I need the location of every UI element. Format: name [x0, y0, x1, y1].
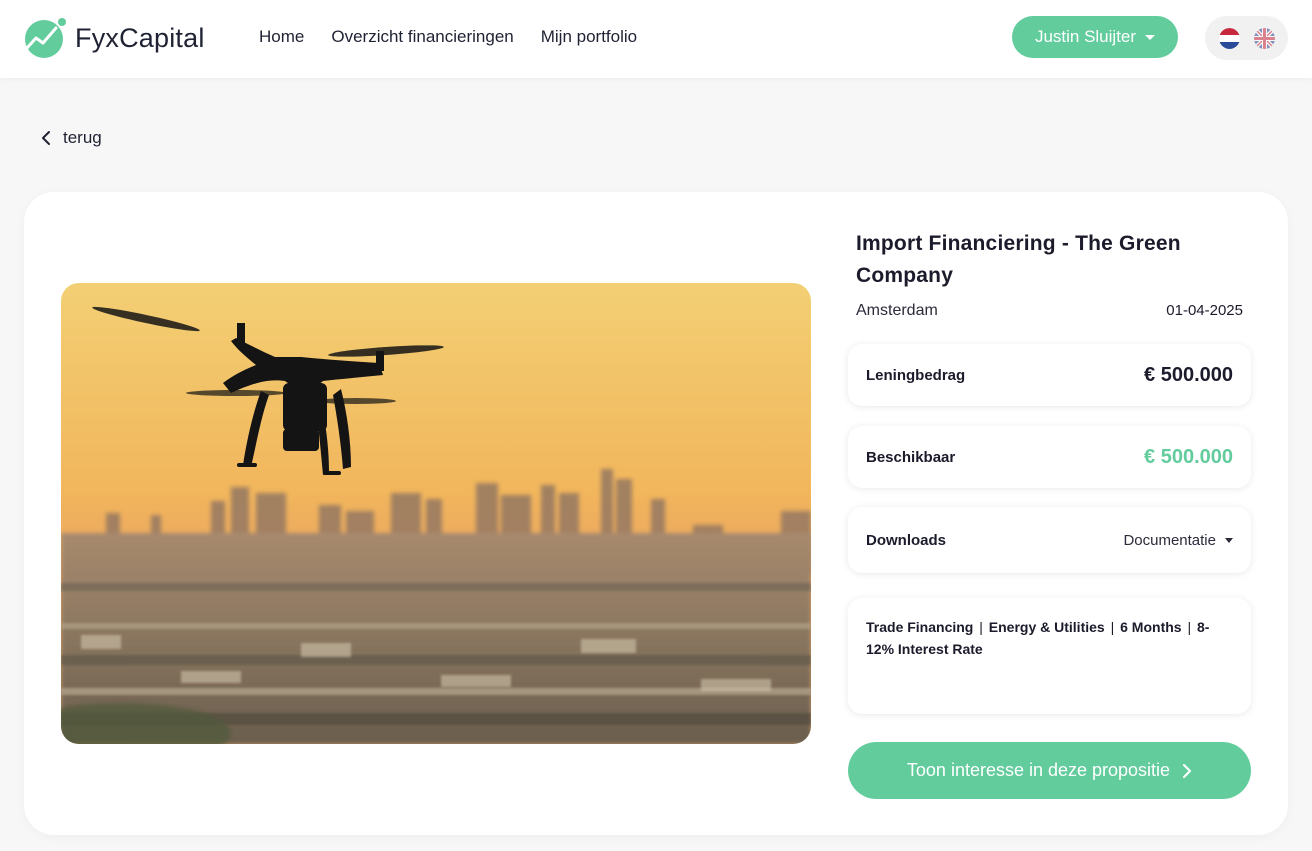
downloads-label: Downloads — [866, 531, 947, 549]
nav-home[interactable]: Home — [259, 26, 304, 48]
back-link[interactable]: terug — [40, 128, 102, 148]
flag-uk-icon[interactable] — [1253, 27, 1275, 49]
loan-amount-box: Leningbedrag € 500.000 — [848, 344, 1251, 406]
proposition-date: 01-04-2025 — [1166, 302, 1243, 319]
language-switcher — [1205, 16, 1288, 60]
available-amount-label: Beschikbaar — [866, 448, 956, 466]
proposition-location: Amsterdam — [856, 302, 938, 319]
flag-nl-icon[interactable] — [1218, 27, 1240, 49]
proposition-info: Import Financiering - The Green Company … — [856, 228, 1251, 320]
caret-down-icon — [1225, 537, 1233, 543]
tags-box: Trade Financing | Energy & Utilities | 6… — [848, 598, 1251, 714]
brand-name: FyxCapital — [75, 22, 205, 53]
nav-overzicht-financieringen[interactable]: Overzicht financieringen — [331, 26, 513, 48]
tag-item: 6 Months — [1120, 619, 1182, 635]
main-nav: Home Overzicht financieringen Mijn portf… — [259, 26, 664, 48]
brand-logo[interactable]: FyxCapital — [24, 18, 205, 58]
caret-down-icon — [1145, 34, 1156, 40]
chevron-left-icon — [42, 131, 50, 145]
available-amount-box: Beschikbaar € 500.000 — [848, 426, 1251, 488]
proposition-tags: Trade Financing | Energy & Utilities | 6… — [866, 619, 1210, 657]
proposition-meta: Amsterdam 01-04-2025 — [856, 302, 1251, 320]
user-name: Justin Sluijter — [1034, 27, 1137, 46]
tag-item: Energy & Utilities — [988, 619, 1105, 635]
nav-mijn-portfolio[interactable]: Mijn portfolio — [541, 26, 637, 48]
proposition-card: Import Financiering - The Green Company … — [24, 192, 1288, 835]
loan-amount-value: € 500.000 — [1144, 363, 1233, 386]
show-interest-button[interactable]: Toon interesse in deze propositie — [848, 742, 1251, 799]
available-amount-value: € 500.000 — [1144, 445, 1233, 468]
back-label: terug — [63, 128, 102, 147]
proposition-image — [61, 283, 811, 744]
chevron-right-icon — [1182, 763, 1192, 778]
documentation-dropdown-value: Documentatie — [1123, 531, 1216, 549]
logo-chart-icon — [25, 18, 66, 58]
downloads-box: Downloads Documentatie — [848, 507, 1251, 573]
top-navigation-bar: FyxCapital Home Overzicht financieringen… — [0, 0, 1312, 78]
documentation-dropdown[interactable]: Documentatie — [1123, 532, 1233, 549]
user-menu-button[interactable]: Justin Sluijter — [1012, 16, 1178, 58]
drone-city-photo — [61, 283, 811, 744]
show-interest-label: Toon interesse in deze propositie — [906, 760, 1171, 780]
proposition-title: Import Financiering - The Green Company — [856, 232, 1181, 287]
tag-item: Trade Financing — [866, 619, 974, 635]
loan-amount-label: Leningbedrag — [866, 366, 966, 384]
